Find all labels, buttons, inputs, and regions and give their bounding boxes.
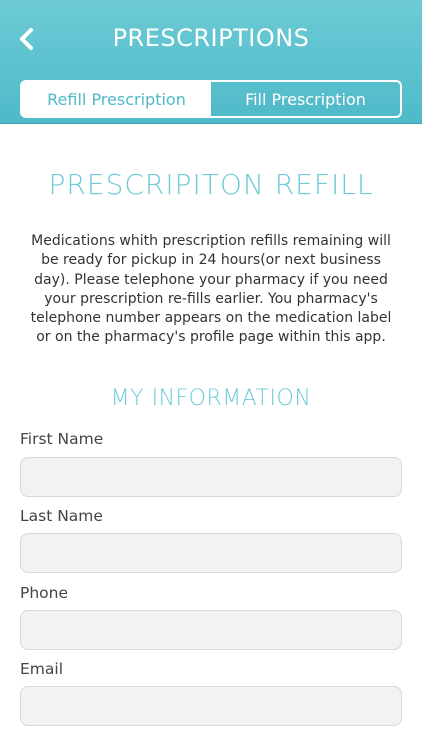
section-title: PRESCRIPITON REFILL <box>48 168 374 201</box>
last-name-field[interactable] <box>20 533 402 573</box>
my-information-heading: MY INFORMATION <box>110 386 312 411</box>
nav-header: PRESCRIPTIONS Refill Prescription Fill P… <box>0 0 422 124</box>
segmented-control: Refill Prescription Fill Prescription <box>20 80 402 118</box>
phone-label: Phone <box>20 584 69 602</box>
page-title: PRESCRIPTIONS <box>112 24 310 52</box>
phone-field[interactable] <box>20 610 402 650</box>
email-label: Email <box>20 660 64 678</box>
tab-fill-prescription[interactable]: Fill Prescription <box>211 82 400 116</box>
first-name-label: First Name <box>20 430 104 448</box>
email-field[interactable] <box>20 686 402 726</box>
tab-refill-prescription[interactable]: Refill Prescription <box>22 82 211 116</box>
description-text: Medications whith prescription refills r… <box>30 233 392 346</box>
first-name-field[interactable] <box>20 457 402 497</box>
last-name-label: Last Name <box>20 507 103 525</box>
